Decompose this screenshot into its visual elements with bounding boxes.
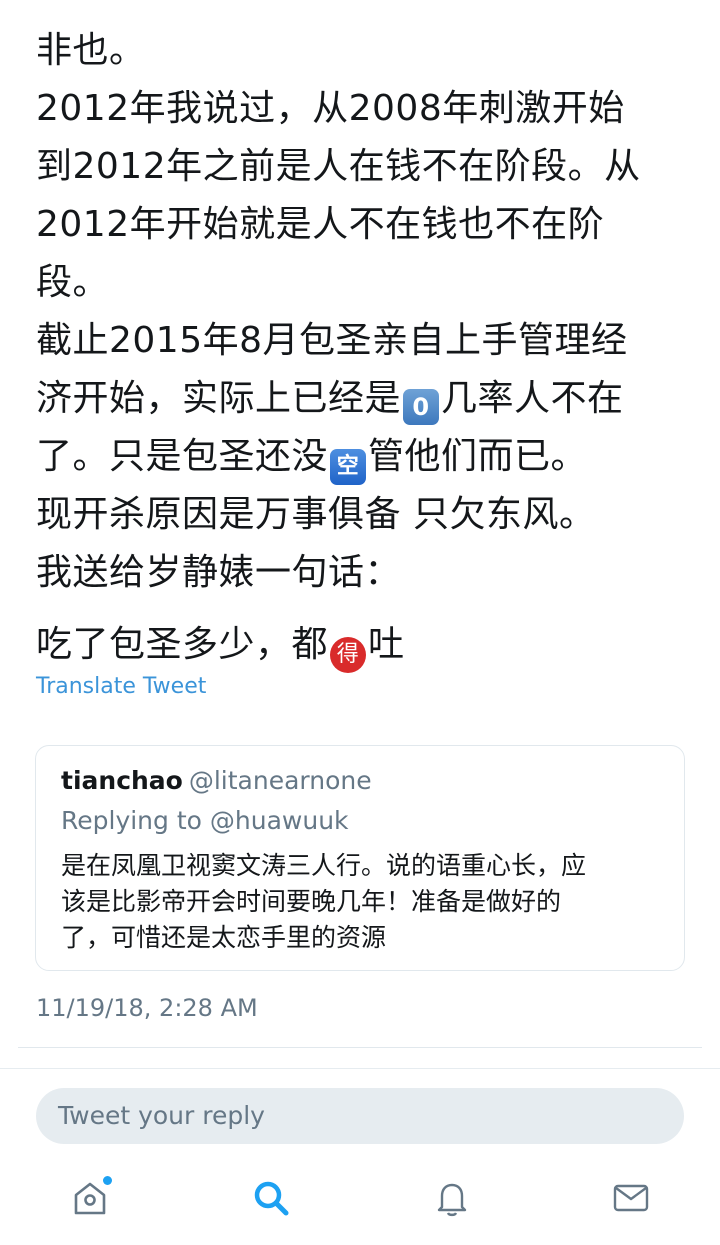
tweet-line: 2012年开始就是人不在钱也不在阶 [36, 204, 605, 245]
tweet-text-segment: 几率人不在 [441, 378, 624, 419]
divider [0, 1068, 720, 1069]
tweet-line: 到2012年之前是人在钱不在阶段。从 [36, 146, 641, 187]
tweet-text-segment: 吃了包圣多少，都 [36, 624, 329, 665]
bargain-emoji-icon: 得 [330, 637, 367, 673]
tweet-text-segment: 济开始，实际上已经是 [36, 378, 402, 419]
bell-icon [437, 1183, 467, 1217]
bottom-tab-bar [0, 1168, 720, 1238]
quoted-author-name: tianchao [61, 766, 183, 795]
tweet-text-segment: 管他们而已。 [368, 436, 588, 477]
tweet-line: 2012年我说过，从2008年刺激开始 [36, 88, 625, 129]
mail-icon [613, 1184, 649, 1212]
quoted-tweet-header: tianchao @litanearnone [61, 766, 372, 795]
tab-notifications[interactable] [422, 1168, 482, 1228]
translate-tweet-link[interactable]: Translate Tweet [36, 674, 206, 699]
tweet-line: 非也。 [36, 30, 146, 71]
tweet-text-segment: 吐 [368, 624, 405, 665]
tab-messages[interactable] [601, 1168, 661, 1228]
tweet-text: 非也。 2012年我说过，从2008年刺激开始 到2012年之前是人在钱不在阶段… [36, 22, 706, 674]
tab-home[interactable] [60, 1168, 120, 1228]
tweet-line: 了。只是包圣还没空管他们而已。 [36, 428, 706, 486]
tweet-line: 济开始，实际上已经是 0 几率人不在 [36, 370, 706, 428]
quoted-tweet-card[interactable]: tianchao @litanearnone Replying to @huawu… [35, 745, 685, 971]
replying-to-label: Replying to @huawuuk [61, 806, 349, 835]
quoted-tweet-line: 了，可惜还是太恋手里的资源 [61, 923, 387, 952]
divider [18, 1047, 702, 1048]
tweet-text-segment: 了。只是包圣还没 [36, 436, 329, 477]
reply-input[interactable]: Tweet your reply [36, 1088, 684, 1144]
tweet-line: 截止2015年8月包圣亲自上手管理经 [36, 320, 628, 361]
vacancy-emoji-icon: 空 [330, 449, 367, 485]
keycap-zero-emoji-icon: 0 [403, 389, 440, 425]
tweet-line: 吃了包圣多少，都得吐 [36, 616, 706, 674]
tab-search[interactable] [241, 1168, 301, 1228]
search-icon [254, 1181, 289, 1216]
tweet-timestamp: 11/19/18, 2:28 AM [36, 994, 258, 1022]
quoted-tweet-text: 是在凤凰卫视窦文涛三人行。说的语重心长，应 该是比影帝开会时间要晚几年！准备是做… [61, 848, 671, 956]
quoted-author-handle: @litanearnone [188, 766, 372, 795]
tweet-line: 现开杀原因是万事俱备 只欠东风。 [36, 494, 596, 535]
new-content-dot [103, 1176, 112, 1185]
quoted-tweet-line: 该是比影帝开会时间要晚几年！准备是做好的 [61, 887, 562, 916]
tweet-line: 段。 [36, 262, 110, 303]
quoted-tweet-line: 是在凤凰卫视窦文涛三人行。说的语重心长，应 [61, 851, 587, 880]
tweet-line: 我送给岁静婊一句话： [36, 552, 402, 593]
